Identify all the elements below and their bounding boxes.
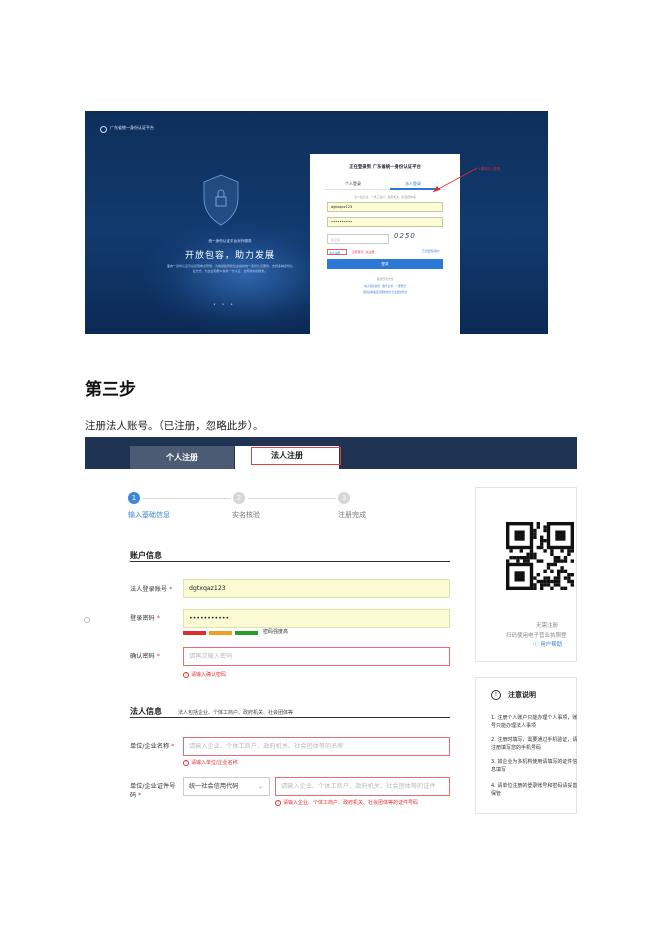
login-page-screenshot: 广东省统一身份认证平台 统一身份认证平台对外服务 开放包容，助力发展 面向一身份… [85, 111, 548, 334]
page-edge-handle [84, 617, 90, 623]
registration-screenshot: 个人注册 法人注册 1 2 3 输入基础信息 实名核验 注册完成 账户信息 法人… [85, 437, 577, 814]
platform-name: 广东省统一身份认证平台 [110, 125, 154, 130]
user-help-link[interactable]: ⓘ 用户帮助 [533, 640, 562, 648]
banner-slogan-small: 统一身份认证平台对外服务 [208, 239, 252, 243]
captcha-image[interactable]: 0250 [394, 232, 442, 245]
password-strength-label: 密码强度高 [263, 629, 289, 635]
password-input[interactable]: ••••••••••• [183, 609, 450, 628]
banner-description: 面向一身份认证平台实现单点登录，为各级政府和企业提供统一身份认证服务，支持多种身… [167, 264, 294, 273]
confirm-password-input[interactable]: 请再次输入密码 [183, 647, 450, 666]
account-section-title: 账户信息 [130, 551, 162, 560]
tab-highlight-box [251, 447, 341, 465]
carousel-dots[interactable]: • • • [213, 302, 235, 308]
other-channel-link[interactable]: 通过其他渠道注册的用户点击此处登录 [310, 290, 460, 294]
step-instruction: 注册法人账号。（已注册，忽略此步）。 [85, 420, 264, 432]
step-connector [143, 498, 231, 499]
annotation-arrow-icon [432, 167, 478, 193]
step-1-dot: 1 [128, 492, 140, 504]
error-icon: ! [275, 800, 281, 806]
section-divider [130, 717, 450, 718]
org-id-input[interactable]: 请输入企业、个体工商户、政府机关、社会团体等的证件 [275, 777, 450, 796]
error-icon: ! [183, 672, 189, 678]
org-id-label: 单位/企业证件号码 * [130, 783, 176, 799]
other-login-title: 其他登录方式 [376, 277, 394, 281]
register-note: 没有账号，先注册 [352, 250, 375, 254]
login-account-label: 法人登录账号 * [130, 586, 173, 593]
register-header: 个人注册 法人注册 [85, 437, 577, 469]
login-button[interactable]: 登录 [327, 259, 443, 269]
notice-item: 3. 如企业为多机构使用请填写的证件信息填写 [491, 759, 577, 773]
step-1-label: 输入基础信息 [128, 511, 170, 519]
forgot-password-link[interactable]: 忘记密码/用户 [422, 249, 440, 253]
step-heading: 第三步 [85, 380, 136, 400]
other-login-links[interactable]: 电子营业执照 数字证书 一键登录 [310, 284, 460, 288]
org-id-type-select[interactable]: 统一社会信用代码 ⌄ [183, 777, 270, 796]
chevron-down-icon: ⌄ [257, 783, 263, 790]
org-name-error: ! 请输入单位/企业名称 [183, 759, 238, 766]
password-input[interactable]: •••••••••• [327, 217, 443, 227]
error-icon: ! [183, 760, 189, 766]
tab-personal-login[interactable]: 个人登录 [345, 181, 361, 187]
tab-legal-login[interactable]: 法人登录 [405, 181, 421, 187]
captcha-input[interactable]: 验证码 [327, 234, 389, 244]
register-link[interactable]: 法人注册 [327, 249, 347, 255]
qr-tip-title: 无需注册 [536, 623, 559, 629]
notice-item: 1. 注册个人账户只能办理个人事项，账号只能办理法人事项 [491, 715, 577, 729]
notice-title: 注意说明 [508, 691, 536, 699]
org-id-error: ! 请输入企业、个体工商户、政府机关、社会团体等的证件号码 [275, 799, 418, 806]
notice-item: 4. 请单位注册的登录账号和密码请妥善保管 [491, 783, 577, 797]
platform-logo-icon [100, 126, 107, 133]
tab-personal-register[interactable]: 个人注册 [130, 446, 234, 469]
banner-slogan: 开放包容，助力发展 [184, 251, 275, 261]
step-2-dot: 2 [233, 492, 245, 504]
legal-section-subtitle: 法人包括企业、个体工商户、政府机关、社会团体等 [178, 710, 294, 716]
login-topbar: 广东省统一身份认证平台 [85, 111, 548, 151]
section-divider [130, 561, 450, 562]
username-input[interactable]: dgtxqaz123 [327, 202, 443, 212]
legal-section-title: 法人信息 [130, 707, 162, 716]
qr-code-icon[interactable] [504, 516, 577, 608]
qr-login-panel: 无需注册 扫码使用电子营业执照登 ⓘ 用户帮助 [475, 487, 577, 662]
step-3-label: 注册完成 [338, 511, 366, 519]
confirm-password-label: 确认密码 * [130, 653, 160, 660]
qr-tip-text: 扫码使用电子营业执照登 [506, 633, 567, 639]
step-3-dot: 3 [338, 492, 350, 504]
step-2-label: 实名核验 [232, 511, 260, 519]
annotation-text: 1.跳转法人登录 [478, 167, 501, 171]
register-progress: 1 2 3 输入基础信息 实名核验 注册完成 [85, 492, 475, 522]
login-account-input[interactable]: dgtxqaz123 [183, 579, 450, 598]
info-icon: ! [491, 690, 501, 700]
shield-icon [203, 174, 239, 226]
password-label: 登录密码 * [130, 615, 160, 622]
confirm-password-error: ! 请输入确认密码 [183, 671, 226, 678]
notice-panel: ! 注意说明 1. 注册个人账户只能办理个人事项，账号只能办理法人事项 2. 注… [475, 677, 577, 814]
step-connector [248, 498, 336, 499]
org-name-input[interactable]: 请输入企业、个体工商户、政府机关、社会团体等的名称 [183, 737, 450, 756]
org-name-label: 单位/企业名称 * [130, 743, 175, 750]
notice-item: 2. 注册时填写，需要通过手机验证，请注册填写您的手机号码 [491, 737, 577, 751]
